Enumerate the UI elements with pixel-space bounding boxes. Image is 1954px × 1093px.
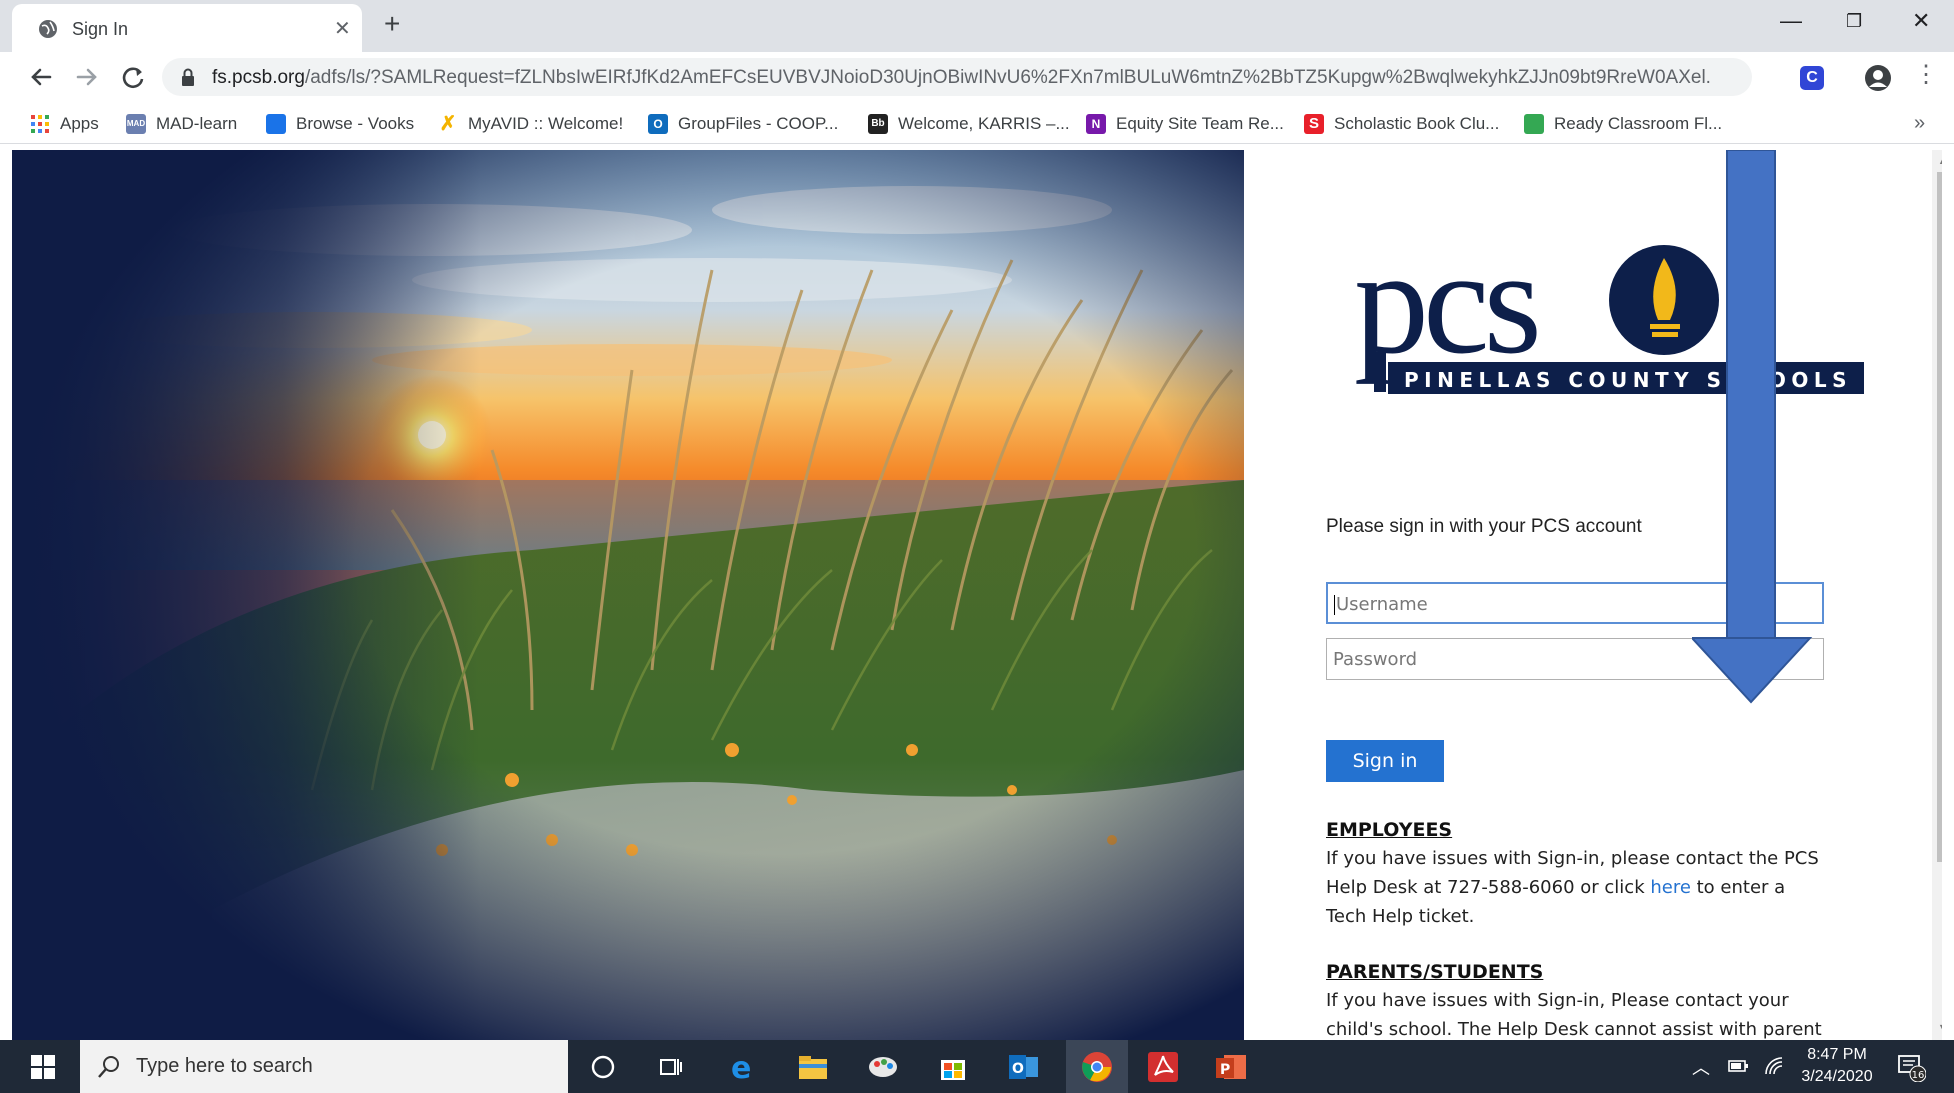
bookmark-apps[interactable]: Apps	[30, 112, 99, 136]
parents-students-text: If you have issues with Sign-in, Please …	[1326, 990, 1822, 1040]
wifi-icon[interactable]	[1762, 1054, 1786, 1078]
restore-button[interactable]: ❐	[1846, 11, 1862, 32]
page-scrollbar[interactable]: ▲ ▼	[1932, 150, 1942, 1040]
microsoft-store-icon[interactable]	[936, 1050, 970, 1084]
employees-heading: EMPLOYEES	[1326, 819, 1453, 841]
svg-text:e: e	[731, 1051, 751, 1084]
back-arrow-icon[interactable]	[24, 60, 58, 94]
outlook-app-icon[interactable]: O	[1006, 1050, 1040, 1084]
bookmark-scholastic[interactable]: S Scholastic Book Clu...	[1304, 112, 1499, 136]
tab-sign-in[interactable]: Sign In ✕	[12, 4, 362, 52]
browser-toolbar: fs.pcsb.org/adfs/ls/?SAMLRequest=fZLNbsI…	[0, 52, 1954, 102]
edge-browser-icon[interactable]: e	[726, 1050, 760, 1084]
scroll-up-icon[interactable]: ▲	[1938, 156, 1942, 166]
cortana-icon[interactable]	[586, 1050, 620, 1084]
windows-taskbar: Type here to search e O P ︿ 8:47 PM 3/24…	[0, 1040, 1954, 1093]
svg-text:O: O	[1012, 1061, 1024, 1077]
vooks-icon	[266, 114, 286, 134]
clock-date: 3/24/2020	[1801, 1068, 1873, 1085]
bookmark-myavid[interactable]: ✗ MyAVID :: Welcome!	[438, 112, 624, 136]
annotation-arrow-icon	[1692, 150, 1813, 704]
tab-title: Sign In	[72, 19, 129, 39]
mad-learn-icon: MAD	[126, 114, 146, 134]
globe-icon	[39, 20, 57, 38]
file-explorer-icon[interactable]	[796, 1050, 830, 1084]
address-bar[interactable]: fs.pcsb.org/adfs/ls/?SAMLRequest=fZLNbsI…	[162, 58, 1752, 96]
beach-sunset-illustration	[12, 150, 1244, 1040]
help-ticket-link[interactable]: here	[1650, 877, 1691, 898]
powerpoint-icon[interactable]: P	[1214, 1050, 1248, 1084]
close-tab-icon[interactable]: ✕	[334, 16, 351, 41]
system-clock[interactable]: 8:47 PM 3/24/2020	[1792, 1044, 1882, 1088]
onenote-icon: N	[1086, 114, 1106, 134]
avid-icon: ✗	[439, 113, 457, 135]
bookmark-vooks[interactable]: Browse - Vooks	[266, 112, 414, 136]
new-tab-button[interactable]: +	[384, 10, 400, 38]
more-bookmarks-icon[interactable]: »	[1914, 112, 1925, 135]
adobe-acrobat-icon[interactable]	[1146, 1050, 1180, 1084]
ready-classroom-icon	[1524, 114, 1544, 134]
profile-avatar-icon[interactable]	[1864, 64, 1892, 92]
bookmark-equity-site[interactable]: N Equity Site Team Re...	[1086, 112, 1284, 136]
blackboard-icon: Bb	[868, 114, 888, 134]
minimize-button[interactable]: —	[1780, 8, 1802, 34]
outlook-icon: O	[648, 114, 668, 134]
clock-time: 8:47 PM	[1807, 1046, 1867, 1063]
bookmark-blackboard[interactable]: Bb Welcome, KARRIS –...	[868, 112, 1070, 136]
close-window-button[interactable]: ✕	[1912, 8, 1930, 34]
scroll-down-icon[interactable]: ▼	[1938, 1022, 1942, 1032]
url-text: fs.pcsb.org/adfs/ls/?SAMLRequest=fZLNbsI…	[212, 67, 1712, 88]
forward-arrow-icon[interactable]	[70, 60, 104, 94]
employees-text: If you have issues with Sign-in, please …	[1326, 848, 1819, 927]
taskbar-search-box[interactable]: Type here to search	[80, 1040, 568, 1093]
task-view-icon[interactable]	[654, 1050, 688, 1084]
sign-in-prompt: Please sign in with your PCS account	[1326, 516, 1642, 537]
apps-grid-icon	[30, 114, 50, 134]
bookmark-groupfiles[interactable]: O GroupFiles - COOP...	[648, 112, 838, 136]
text-caret	[1334, 595, 1335, 615]
parents-students-heading: PARENTS/STUDENTS	[1326, 961, 1544, 983]
sign-in-panel: pcs PINELLAS COUNTY SCHOOLS Please sign …	[1244, 150, 1942, 1040]
paint-app-icon[interactable]	[866, 1050, 900, 1084]
bookmark-mad-learn[interactable]: MAD MAD-learn	[126, 112, 237, 136]
scholastic-icon: S	[1304, 114, 1324, 134]
search-icon	[98, 1056, 119, 1078]
action-center-icon[interactable]: 16	[1896, 1052, 1926, 1082]
tab-bar: Sign In ✕ + — ❐ ✕	[0, 0, 1954, 52]
battery-icon[interactable]	[1726, 1056, 1750, 1076]
extension-c-icon[interactable]: C	[1800, 66, 1824, 90]
page-viewport: pcs PINELLAS COUNTY SCHOOLS Please sign …	[12, 150, 1942, 1040]
bookmark-ready-classroom[interactable]: Ready Classroom Fl...	[1524, 112, 1722, 136]
search-placeholder: Type here to search	[136, 1055, 313, 1077]
browser-menu-icon[interactable]: ⋮	[1914, 60, 1938, 89]
lock-icon	[182, 68, 194, 86]
scroll-thumb[interactable]	[1937, 172, 1942, 862]
svg-text:P: P	[1220, 1062, 1230, 1078]
svg-text:16: 16	[1912, 1070, 1925, 1081]
bookmarks-bar: Apps MAD MAD-learn Browse - Vooks ✗ MyAVID…	[0, 102, 1954, 144]
sign-in-button[interactable]: Sign in	[1326, 740, 1444, 782]
windows-start-icon[interactable]	[30, 1054, 56, 1080]
reload-icon[interactable]	[116, 60, 150, 94]
chrome-browser-icon[interactable]	[1080, 1050, 1114, 1084]
show-hidden-icons[interactable]: ︿	[1692, 1054, 1710, 1080]
